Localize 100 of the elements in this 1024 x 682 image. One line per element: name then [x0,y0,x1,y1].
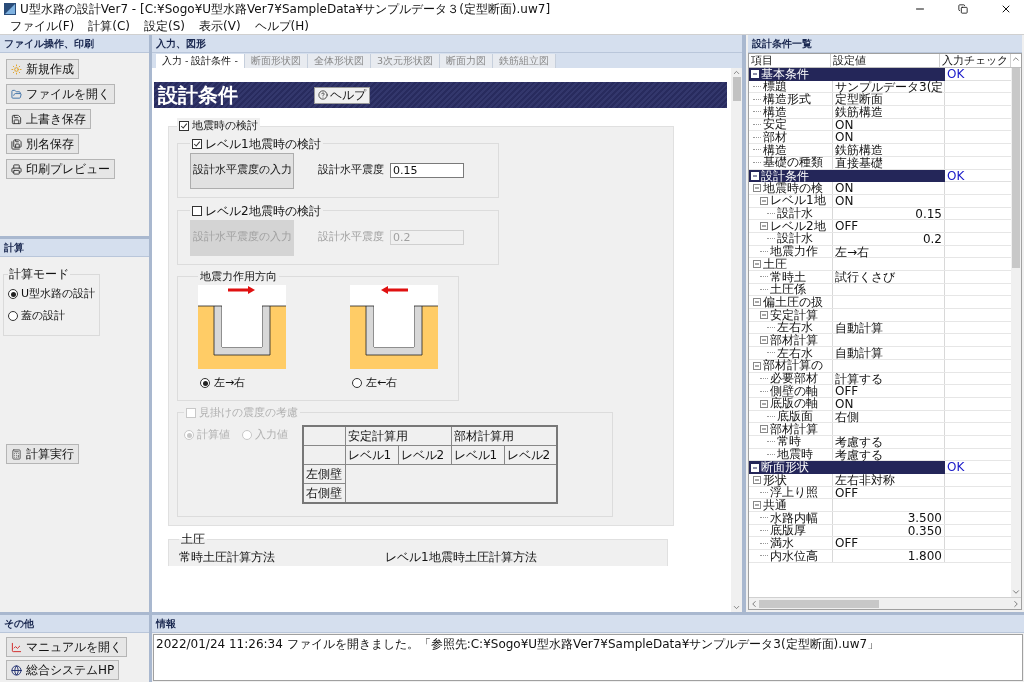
tree-group-label: 断面形状 [761,461,809,474]
toolbar-button[interactable]: マニュアルを開く [6,637,127,657]
tree-item-value: 鉄筋構造 [835,144,883,156]
tree-item-value: OFF [835,385,859,397]
tree-item-label[interactable]: 構造 [763,105,787,119]
row-header-cell: 左側壁 [303,464,345,484]
tree-item-label[interactable]: 土圧係 [770,283,806,296]
field-label: 設計水平震度 [318,229,384,246]
tree-item-label[interactable]: 左右水 [777,346,813,360]
tree-item-label[interactable]: 地震時 [777,448,813,461]
toolbar-button[interactable]: 上書き保存 [6,109,91,129]
tree-item-value: 考慮する [835,448,883,461]
column-header[interactable]: 設定値 [831,54,941,67]
tree-item-label[interactable]: 安定 [763,118,787,131]
group-title: 土圧 [180,531,206,548]
group-title: 計算モード [8,266,70,283]
tree-item-value: 0.2 [922,232,942,245]
tree-item-label[interactable]: 設計水 [777,232,813,246]
tree-item-label[interactable]: 偏土圧の扱 [763,295,823,309]
menu-item[interactable]: ヘルプ(H) [254,18,309,34]
toolbar-button[interactable]: ファイルを開く [6,84,115,104]
tree-item-label[interactable]: 部材計算 [770,422,818,436]
tree-item-label[interactable]: 安定計算 [770,308,818,322]
table-header-cell: 安定計算用 [345,426,451,446]
tree-item-label[interactable]: 部材計算 [770,333,818,347]
tree-item-value: 自動計算 [835,347,883,359]
tree-item-label[interactable]: 標題 [763,80,787,93]
menu-item[interactable]: 設定(S) [144,18,185,34]
tree-item-label[interactable]: 必要部材 [770,372,818,385]
tree-item-value: 0.15 [915,207,942,220]
tree-item-label[interactable]: 内水位高 [770,549,818,563]
tree-item-label[interactable]: 構造 [763,143,787,157]
group-title: レベル1地震時土圧計算方法 [385,549,537,566]
tree-item-label[interactable]: 地震力作 [770,245,818,258]
tree-item-value: 直接基礎 [835,156,883,169]
checkbox-label[interactable]: レベル1地震時の検討 [205,134,321,153]
column-header[interactable]: 入力チェック [940,54,1012,67]
table-header-cell: レベル1 [345,445,398,465]
toolbar-button[interactable]: 別名保存 [6,134,79,154]
table-header-cell: レベル2 [398,445,451,465]
checkbox-label[interactable]: レベル2地震時の検討 [205,201,321,220]
tree-item-label[interactable]: 形状 [763,473,787,487]
toolbar-button[interactable]: 総合システムHP [6,660,120,680]
panel-title: 入力、図形 [152,35,742,53]
tree-item-label[interactable]: レベル1地 [770,194,826,208]
radio-label[interactable]: 蓋の設計 [21,307,65,325]
tree-item-label[interactable]: 設計水 [777,207,813,220]
log-line: 2022/01/24 11:26:34 ファイルを開きました。「参照先:C:¥Sogo¥U型水路Ver7¥SampleData¥サンプルデータ3(定型断面).uw7」 [156,636,881,653]
toolbar-button[interactable]: 新規作成 [6,59,79,79]
radio-label[interactable]: 左→右 [214,375,246,392]
tree-item-label[interactable]: 側壁の軸 [770,384,818,398]
tree-item-label[interactable]: 部材 [763,130,787,144]
toolbar-button[interactable]: 印刷プレビュー [6,159,115,179]
panel-title: ファイル操作、印刷 [0,35,149,53]
input-button[interactable]: 設計水平震度の入力 [190,152,294,189]
section-title: 設計条件 [158,83,238,107]
tree-item-label[interactable]: 満水 [770,536,794,550]
tree-item-label[interactable]: 常時土 [770,270,806,284]
tree-item-label[interactable]: 共通 [763,498,787,512]
tree-item-value: ON [835,397,854,410]
tree-item-label[interactable]: 底版厚 [770,524,806,537]
tree-item-label[interactable]: 左右水 [777,321,813,334]
row-header-cell: 右側壁 [303,483,345,503]
radio-label[interactable]: 左←右 [366,375,398,392]
panel-title: 設計条件一覧 [748,35,1022,53]
help-button[interactable]: ヘルプ [314,86,370,104]
menu-item[interactable]: ファイル(F) [10,18,75,34]
panel-title: 計算 [0,239,149,257]
tree-item-label[interactable]: レベル2地 [770,219,826,233]
tree-item-value: 3.500 [907,512,942,524]
tree-item-value: 左→右 [835,245,870,258]
tree-item-label[interactable]: 土圧 [763,257,787,271]
seismic-coefficient-field[interactable]: 0.15 [390,163,464,178]
menu-item[interactable]: 計算(C) [88,18,130,34]
tree-item-label[interactable]: 基礎の種類 [763,156,823,169]
tree-item-value: OFF [835,220,859,232]
tree-item-label[interactable]: 部材計算の [763,359,823,372]
toolbar-button[interactable]: 計算実行 [6,444,79,464]
tree-item-label[interactable]: 常時 [777,435,801,449]
tree-item-label[interactable]: 地震時の検 [763,181,823,195]
tree-item-value: 定型断面 [835,93,883,106]
tree-item-label[interactable]: 底版面 [777,410,813,423]
tree-item-value: 0.350 [907,524,942,537]
radio-label[interactable]: U型水路の設計 [21,285,96,303]
group-title: 地震力作用方向 [199,268,278,285]
column-header[interactable]: 項目 [749,54,831,67]
tree-item-value: ON [835,182,854,194]
tree-item-label[interactable]: 構造形式 [763,92,811,106]
tree-item-value: 右側 [835,410,859,423]
tab[interactable]: 入力 - 設計条件 - [156,54,245,68]
tree-item-value: ON [835,118,854,131]
tree-item-label[interactable]: 水路内幅 [770,511,818,525]
panel-title: その他 [0,615,149,633]
tree-item-label[interactable]: 浮上り照 [770,486,818,499]
tree-item-value: 試行くさび [835,271,895,283]
tree-item-value: サンプルデータ3(定 [835,80,944,93]
tree-item-value: 考慮する [835,435,883,448]
panel-title: 情報 [152,615,1024,633]
tree-item-label[interactable]: 底版の軸 [770,397,818,411]
menu-item[interactable]: 表示(V) [199,18,241,34]
